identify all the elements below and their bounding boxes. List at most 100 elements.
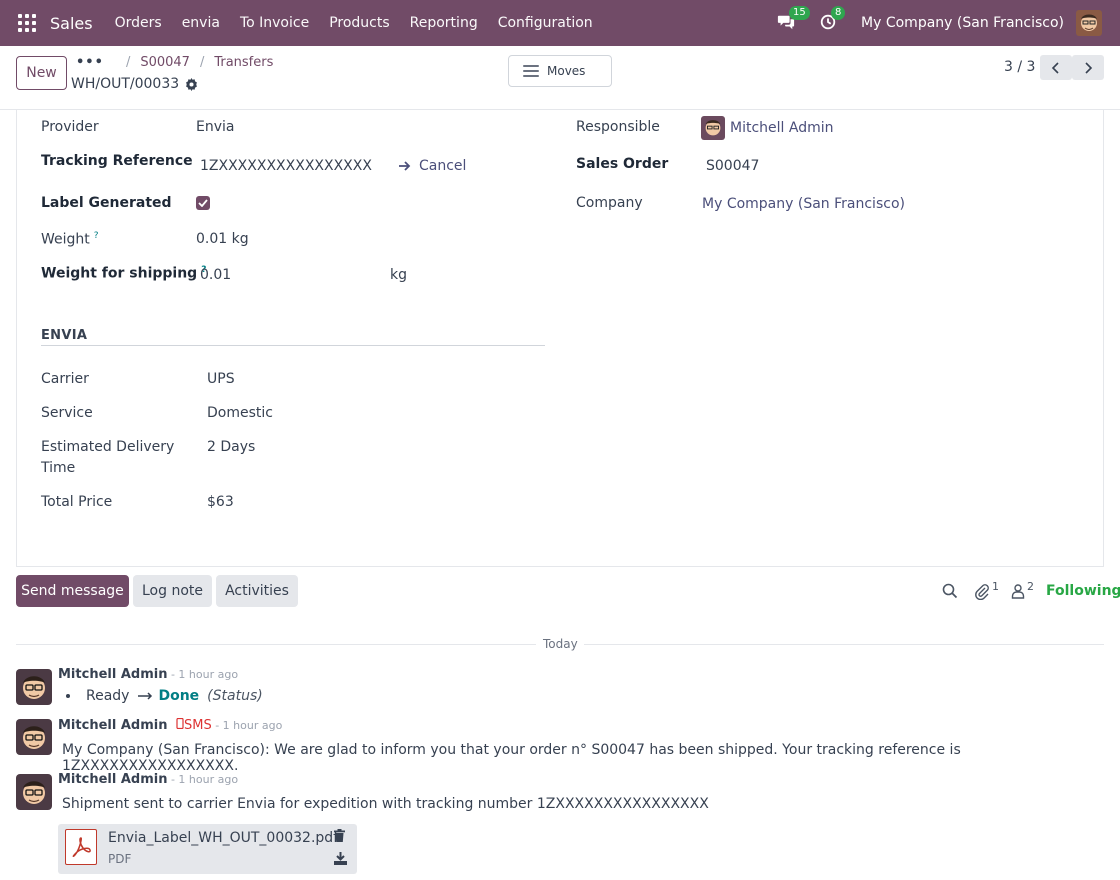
chatter-toolbar: 1 2 Following [942,580,1120,602]
messages-badge: 15 [789,6,810,20]
weight-help-icon[interactable]: ? [94,231,99,241]
author-avatar-image [16,669,52,705]
weight-value: 0.01 kg [196,231,249,247]
provider-value: Envia [196,119,235,135]
company-switcher[interactable]: My Company (San Francisco) [861,15,1064,31]
attachment-card[interactable]: Envia_Label_WH_OUT_00032.pdf PDF [58,824,357,874]
message-time: - 1 hour ago [167,668,239,681]
weight-shipping-label: Weight for shipping? [41,265,206,282]
envia-section-title: ENVIA [41,328,88,343]
attachment-name[interactable]: Envia_Label_WH_OUT_00032.pdf [108,830,338,846]
attachments-count: 1 [992,579,999,593]
sms-tag: SMS [183,718,212,733]
breadcrumb: ••• / S00047 / Transfers [76,55,273,70]
estimated-delivery-label-line2: Time [41,460,76,476]
breadcrumb-separator: / [125,55,131,70]
weight-shipping-input[interactable]: 0.01 [200,267,231,283]
author-avatar-image [16,719,52,755]
message-time: - 1 hour ago [167,773,239,786]
menu-products[interactable]: Products [329,15,389,31]
followers-count: 2 [1027,580,1034,593]
trash-icon[interactable] [334,829,345,842]
user-avatar[interactable] [1076,10,1102,36]
weight-shipping-label-text: Weight for shipping [41,265,198,282]
pager-value[interactable]: 3 / 3 [1004,59,1035,75]
sales-order-label: Sales Order [576,156,669,172]
pager-previous-button[interactable] [1040,55,1072,80]
search-messages-button[interactable] [942,583,958,599]
message-avatar[interactable] [16,719,52,755]
responsible-label: Responsible [576,119,660,135]
following-button[interactable]: Following [1046,583,1120,599]
weight-label: Weight? [41,231,99,248]
gear-icon[interactable] [185,77,198,91]
pdf-file-icon [65,829,97,865]
estimated-delivery-value: 2 Days [207,439,256,455]
chevron-right-icon [1085,61,1093,74]
attachments-button[interactable]: 1 [974,579,999,600]
moves-smart-button[interactable]: Moves [508,55,612,87]
new-button[interactable]: New [16,56,67,90]
arrow-right-icon [138,692,153,700]
date-divider-right [584,644,1104,645]
pager-next-button[interactable] [1072,55,1104,80]
bullet-icon [66,694,70,698]
total-price-label: Total Price [41,494,113,510]
responsible-avatar [701,116,725,140]
message-body: My Company (San Francisco): We are glad … [62,742,961,774]
paperclip-icon [975,583,989,600]
section-divider [41,345,545,346]
menu-orders[interactable]: Orders [115,15,162,31]
weight-shipping-unit: kg [390,267,407,283]
label-generated-checkbox[interactable] [196,196,210,210]
responsible-value[interactable]: Mitchell Admin [730,120,834,136]
activities-button[interactable]: 8 [819,6,846,33]
mobile-phone-icon [176,717,184,730]
menu-envia[interactable]: envia [182,15,220,31]
check-icon [198,199,208,207]
message-avatar[interactable] [16,669,52,705]
author-avatar-image [16,774,52,810]
breadcrumb-transfers[interactable]: Transfers [214,55,273,70]
cancel-shipment-button[interactable]: Cancel [398,158,466,174]
message-author[interactable]: Mitchell Admin [58,772,167,787]
message-author[interactable]: Mitchell Admin [58,718,167,733]
message-time: - 1 hour ago [211,719,283,732]
record-title: WH/OUT/00033 [71,76,198,92]
messages-button[interactable]: 15 [777,6,810,33]
cancel-label: Cancel [419,158,467,174]
app-name[interactable]: Sales [50,14,93,33]
menu-to-invoice[interactable]: To Invoice [240,15,309,31]
attachment-type: PDF [108,852,132,866]
date-divider-left [16,644,536,645]
carrier-label: Carrier [41,371,89,387]
weight-label-text: Weight [41,231,90,248]
person-icon [1011,584,1025,599]
sales-order-value[interactable]: S00047 [706,158,759,174]
message-author[interactable]: Mitchell Admin [58,667,167,682]
breadcrumb-separator: / [199,55,205,70]
carrier-value: UPS [207,371,235,387]
menu-configuration[interactable]: Configuration [498,15,593,31]
record-name: WH/OUT/00033 [71,76,180,92]
apps-menu-icon[interactable] [18,14,36,32]
company-value[interactable]: My Company (San Francisco) [702,196,905,212]
user-avatar-image [1076,10,1102,36]
followers-button[interactable]: 2 [1011,580,1034,599]
breadcrumb-sales-order[interactable]: S00047 [140,55,190,70]
status-to: Done [158,688,200,704]
total-price-value: $63 [207,494,234,510]
status-field-name: (Status) [207,688,263,704]
message-avatar[interactable] [16,774,52,810]
service-value: Domestic [207,405,273,421]
message-body: Shipment sent to carrier Envia for exped… [62,796,709,812]
send-message-button[interactable]: Send message [16,575,129,607]
menu-reporting[interactable]: Reporting [410,15,478,31]
download-icon[interactable] [334,852,347,865]
chevron-left-icon [1051,61,1059,74]
activities-button[interactable]: Activities [216,575,298,607]
log-note-button[interactable]: Log note [133,575,212,607]
responsible-avatar-image [701,116,725,140]
label-generated-label: Label Generated [41,195,172,211]
breadcrumb-more-button[interactable]: ••• [76,55,104,70]
